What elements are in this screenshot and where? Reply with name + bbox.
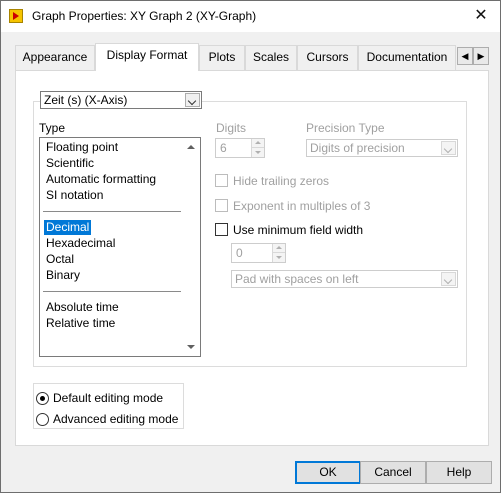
- list-item-absolute-time[interactable]: Absolute time: [46, 300, 119, 315]
- tab-plots[interactable]: Plots: [199, 45, 245, 70]
- digits-stepper[interactable]: 6: [215, 138, 265, 158]
- default-editing-mode-label: Default editing mode: [53, 391, 164, 405]
- ok-button[interactable]: OK: [295, 461, 361, 484]
- labview-vi-icon: [9, 9, 23, 23]
- graph-properties-dialog: Graph Properties: XY Graph 2 (XY-Graph) …: [0, 0, 501, 493]
- list-item-si-notation[interactable]: SI notation: [46, 188, 103, 203]
- stepper-down-icon[interactable]: [273, 253, 285, 262]
- list-item-automatic-formatting[interactable]: Automatic formatting: [46, 172, 156, 187]
- stepper-up-icon[interactable]: [273, 244, 285, 253]
- stepper-down-icon[interactable]: [252, 148, 264, 157]
- list-item-hexadecimal[interactable]: Hexadecimal: [46, 236, 115, 251]
- list-item-decimal[interactable]: Decimal: [44, 220, 92, 235]
- hide-trailing-zeros-checkbox[interactable]: [215, 174, 228, 187]
- tab-scroll-left-icon[interactable]: ◀: [457, 47, 473, 65]
- use-min-width-checkbox[interactable]: [215, 223, 228, 236]
- scroll-up-icon[interactable]: [187, 145, 195, 149]
- default-editing-mode-radio[interactable]: [36, 392, 49, 405]
- tab-cursors[interactable]: Cursors: [297, 45, 358, 70]
- close-icon[interactable]: ✕: [469, 5, 493, 27]
- min-width-stepper[interactable]: 0: [231, 243, 286, 263]
- precision-type-select[interactable]: Digits of precision: [306, 139, 458, 157]
- axis-select[interactable]: Zeit (s) (X-Axis): [40, 91, 202, 109]
- digits-label: Digits: [216, 121, 247, 135]
- use-min-width-label: Use minimum field width: [233, 223, 364, 237]
- list-item-relative-time[interactable]: Relative time: [46, 316, 115, 331]
- tab-scales[interactable]: Scales: [245, 45, 297, 70]
- list-separator: [43, 211, 181, 212]
- scroll-down-icon[interactable]: [187, 345, 195, 349]
- pad-value: Pad with spaces on left: [235, 272, 359, 286]
- tab-strip: Appearance Display Format Plots Scales C…: [15, 43, 489, 71]
- advanced-editing-mode-label: Advanced editing mode: [53, 412, 179, 426]
- cancel-button[interactable]: Cancel: [360, 461, 426, 484]
- list-item-octal[interactable]: Octal: [46, 252, 74, 267]
- list-item-floating-point[interactable]: Floating point: [46, 140, 118, 155]
- precision-type-label: Precision Type: [306, 121, 385, 135]
- precision-type-value: Digits of precision: [310, 141, 405, 155]
- tab-appearance[interactable]: Appearance: [15, 45, 95, 70]
- chevron-down-icon[interactable]: [185, 93, 200, 107]
- chevron-down-icon[interactable]: [441, 141, 456, 155]
- list-separator: [43, 291, 181, 292]
- advanced-editing-mode-radio[interactable]: [36, 413, 49, 426]
- tab-scroll-right-icon[interactable]: ▶: [473, 47, 489, 65]
- type-listbox[interactable]: Floating point Scientific Automatic form…: [39, 137, 201, 357]
- list-item-binary[interactable]: Binary: [46, 268, 80, 283]
- stepper-up-icon[interactable]: [252, 139, 264, 148]
- axis-select-value: Zeit (s) (X-Axis): [44, 93, 128, 107]
- tab-display-format[interactable]: Display Format: [95, 43, 199, 71]
- list-item-scientific[interactable]: Scientific: [46, 156, 94, 171]
- window-title: Graph Properties: XY Graph 2 (XY-Graph): [32, 9, 257, 23]
- help-button[interactable]: Help: [426, 461, 492, 484]
- pad-select[interactable]: Pad with spaces on left: [231, 270, 458, 288]
- type-label: Type: [39, 121, 66, 135]
- exponent-multiples-label: Exponent in multiples of 3: [233, 199, 371, 213]
- hide-trailing-zeros-label: Hide trailing zeros: [233, 174, 330, 188]
- digits-value: 6: [220, 141, 227, 155]
- title-bar: Graph Properties: XY Graph 2 (XY-Graph) …: [1, 1, 500, 32]
- chevron-down-icon[interactable]: [441, 272, 456, 286]
- type-list-scrollbar[interactable]: [183, 138, 200, 356]
- min-width-value: 0: [236, 246, 243, 260]
- exponent-multiples-checkbox[interactable]: [215, 199, 228, 212]
- tab-documentation[interactable]: Documentation: [358, 45, 456, 70]
